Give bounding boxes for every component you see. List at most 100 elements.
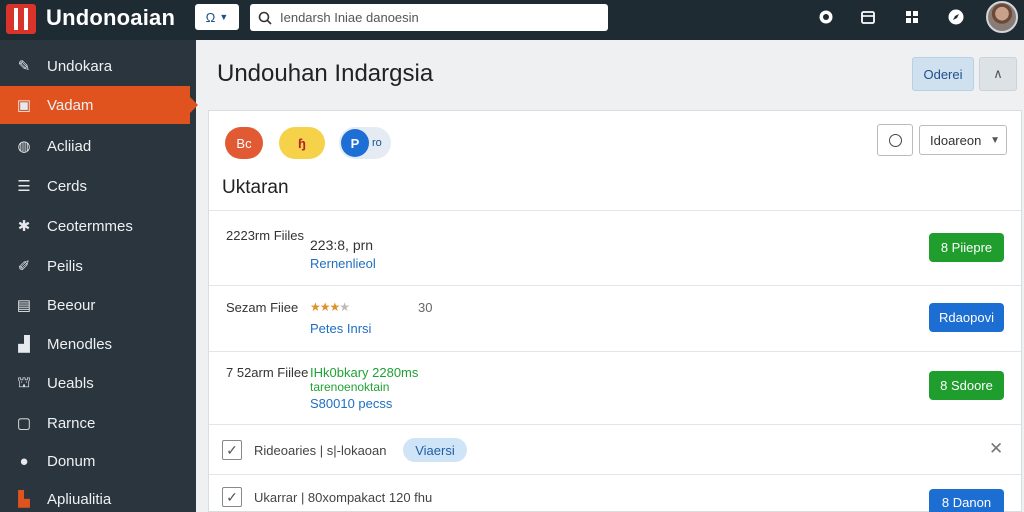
divider (209, 351, 1021, 352)
search-input[interactable] (280, 10, 600, 25)
sidebar-item-label: Peilis (47, 257, 83, 275)
rating-stars: ★★★★ (310, 300, 350, 314)
filter-chip[interactable]: P ro (339, 127, 391, 159)
divider (209, 210, 1021, 211)
sidebar-item-label: Menodles (47, 335, 113, 353)
sidebar-item-label: Beeour (47, 296, 96, 314)
sidebar-item-label: Ueabls (47, 374, 94, 392)
row-sub[interactable]: Rernenlieol (310, 256, 376, 271)
row-action-button[interactable]: Rdaopovi (929, 303, 1004, 332)
page-title: Undouhan Indargsia (217, 60, 434, 87)
row-action-button[interactable]: 8 Piiepre (929, 233, 1004, 262)
check-icon: ✓ (226, 441, 238, 458)
compass-icon[interactable] (946, 7, 966, 27)
filter-chip[interactable]: Bc (225, 127, 263, 159)
footer-row-text: Ukarrar | 80xompakact 120 fhu (254, 490, 433, 505)
chip-label: ro (372, 137, 382, 149)
chevron-down-icon: ▼ (990, 135, 1000, 146)
row-label: 2223rm Fiiles (226, 228, 305, 243)
sidebar-item-menodles[interactable]: ▟ Menodles (0, 325, 196, 363)
sidebar-item-vadam[interactable]: ▣ Vadam (0, 86, 198, 124)
content-panel: Bc ɧ P ro Idoareon ▼ Uktaran 2223rm Fiil… (208, 110, 1022, 512)
status-badge[interactable]: Viaersi (403, 438, 467, 462)
row-sub[interactable]: S80010 pecss (310, 396, 392, 411)
sidebar-item-label: Ceotermmes (47, 217, 133, 235)
section-title: Uktaran (222, 177, 289, 198)
scope-label: Ω (205, 9, 216, 25)
sidebar-item-label: Vadam (47, 96, 94, 114)
row-action-button[interactable]: 8 Sdoore (929, 371, 1004, 400)
sidebar-item-label: Apliualitia (47, 490, 112, 508)
row-sub[interactable]: Petes Inrsi (310, 321, 371, 336)
calendar-icon[interactable] (858, 7, 878, 27)
collapse-button[interactable]: ∧ (979, 57, 1017, 91)
sidebar-item-undokara[interactable]: ✎ Undokara (0, 47, 196, 85)
filter-chip[interactable]: ɧ (279, 127, 325, 159)
footer-action-button[interactable]: 8 Danon (929, 489, 1004, 512)
chip-label: Bc (236, 135, 252, 151)
sidebar-item-donum[interactable]: ● Donum (0, 442, 196, 480)
sidebar-item-ceotermmes[interactable]: ✱ Ceotermmes (0, 207, 196, 245)
monitor-icon: ▢ (16, 415, 32, 432)
gear-icon: ✱ (17, 218, 31, 235)
user-avatar[interactable] (986, 1, 1018, 33)
sidebar-item-label: Cerds (47, 177, 88, 195)
sidebar-item-ueabls[interactable]: ⛫ Ueabls (0, 364, 196, 402)
chart-icon: ▙ (18, 491, 30, 508)
pen-icon: ✐ (17, 258, 31, 275)
chip-avatar: P (341, 129, 369, 157)
brand-name: Undonoaian (46, 5, 176, 30)
search-icon (258, 11, 272, 25)
bar-chart-icon: ▟ (18, 336, 30, 353)
row-main: 223:8, prn (310, 237, 374, 253)
chevron-down-icon: ▼ (219, 12, 229, 22)
search-bar[interactable] (250, 4, 608, 31)
scope-dropdown[interactable]: Ω ▼ (195, 4, 239, 30)
divider (209, 424, 1021, 425)
sidebar-item-acliiad[interactable]: ◍ Acliiad (0, 127, 196, 165)
sidebar-item-label: Acliiad (47, 137, 92, 155)
document-icon: ▤ (16, 297, 32, 314)
star-icon: ★ (329, 300, 341, 314)
sidebar-item-beeour[interactable]: ▤ Beeour (0, 286, 196, 324)
divider (209, 474, 1021, 475)
sidebar-item-cerds[interactable]: ☰ Cerds (0, 167, 196, 205)
apps-icon[interactable] (902, 7, 922, 27)
row-number: 30 (418, 300, 433, 315)
lock-icon: ⛫ (17, 373, 31, 391)
user-icon: ● (19, 452, 29, 470)
chevron-up-icon: ∧ (993, 66, 1003, 81)
list-icon: ☰ (17, 178, 31, 195)
sidebar-item-label: Undokara (47, 57, 113, 75)
close-icon[interactable]: ✕ (989, 439, 1003, 459)
star-icon: ★ (319, 300, 331, 314)
pin-icon: ✎ (17, 58, 31, 75)
row-label: Sezam Fiiee (226, 300, 299, 315)
footer-row-text: Rideoaries | s|-lokaoan (254, 443, 387, 458)
chip-label: ɧ (298, 135, 306, 151)
sidebar-item-peilis[interactable]: ✐ Peilis (0, 247, 196, 285)
row-label: 7 52arm Fiilee (226, 365, 309, 380)
header-primary-button[interactable]: Oderei (912, 57, 974, 91)
star-icon: ★ (310, 300, 321, 314)
help-icon[interactable] (816, 7, 836, 27)
row-main-secondary: tarenoenoktain (310, 380, 390, 394)
sidebar-item-rarnce[interactable]: ▢ Rarnce (0, 404, 196, 442)
sort-select[interactable]: Idoareon ▼ (919, 125, 1007, 155)
check-icon: ✓ (226, 488, 238, 505)
globe-icon: ◍ (17, 138, 31, 155)
divider (209, 285, 1021, 286)
sidebar-item-label: Donum (47, 452, 96, 470)
sidebar-item-apliualitia[interactable]: ▙ Apliualitia (0, 480, 196, 512)
sidebar-item-label: Rarnce (47, 414, 96, 432)
top-bar: Undonoaian Ω ▼ (0, 0, 1024, 40)
circle-icon (888, 133, 902, 147)
row-checkbox[interactable]: ✓ (222, 440, 242, 460)
star-icon: ★ (339, 300, 350, 314)
row-checkbox[interactable]: ✓ (222, 487, 242, 507)
brand-logo[interactable] (6, 4, 36, 34)
refresh-button[interactable] (877, 124, 913, 156)
select-value: Idoareon (930, 132, 982, 148)
sidebar: ✎ Undokara ▣ Vadam ◍ Acliiad ☰ Cerds ✱ C… (0, 40, 198, 512)
archive-icon: ▣ (16, 97, 32, 114)
